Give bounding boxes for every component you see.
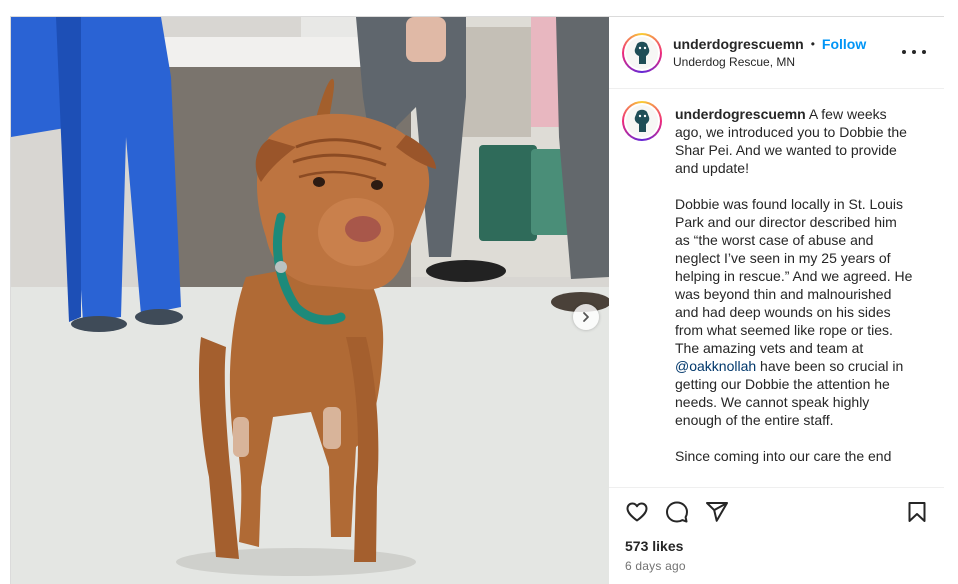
instagram-post: underdogrescuemn • Follow Underdog Rescu… [10, 16, 944, 584]
caption-text: Since coming into our care the end [675, 448, 892, 464]
mention-link[interactable]: @oakknollah [675, 358, 756, 374]
caption-paragraph: Since coming into our care the end [675, 447, 915, 465]
post-timestamp[interactable]: 6 days ago [625, 559, 686, 573]
send-icon[interactable] [703, 498, 731, 526]
header-user-row: underdogrescuemn • Follow [673, 36, 866, 52]
separator-dot: • [810, 37, 815, 51]
post-caption: underdogrescuemn A few weeks ago, we int… [675, 105, 915, 483]
caption-area: underdogrescuemn A few weeks ago, we int… [609, 89, 944, 487]
comment-icon[interactable] [663, 498, 691, 526]
avatar-ring [624, 103, 660, 139]
post-side-panel: underdogrescuemn • Follow Underdog Rescu… [609, 17, 944, 584]
likes-count[interactable]: 573 likes [625, 538, 683, 554]
dog-logo-icon [626, 105, 658, 137]
caption-paragraph: underdogrescuemn A few weeks ago, we int… [675, 105, 915, 177]
heart-icon[interactable] [623, 498, 651, 526]
more-dot [912, 50, 916, 54]
location-link[interactable]: Underdog Rescue, MN [673, 55, 795, 69]
caption-avatar[interactable] [622, 101, 662, 141]
post-header: underdogrescuemn • Follow Underdog Rescu… [609, 17, 944, 89]
more-options-icon[interactable] [902, 42, 926, 62]
caption-text: Dobbie was found locally in St. Louis Pa… [675, 196, 913, 356]
dog-logo-icon [626, 37, 658, 69]
username-link[interactable]: underdogrescuemn [673, 36, 804, 52]
chevron-right-icon [583, 312, 589, 322]
bookmark-icon[interactable] [903, 498, 931, 526]
caption-paragraph: Dobbie was found locally in St. Louis Pa… [675, 195, 915, 429]
next-photo-button[interactable] [573, 304, 599, 330]
more-dot [922, 50, 926, 54]
post-photo [11, 17, 609, 584]
dog-photo-illustration [11, 17, 609, 584]
avatar-ring [624, 35, 660, 71]
caption-username-link[interactable]: underdogrescuemn [675, 106, 806, 122]
more-dot [902, 50, 906, 54]
post-actions: 573 likes 6 days ago [609, 487, 944, 584]
follow-button[interactable]: Follow [822, 36, 866, 52]
avatar[interactable] [622, 33, 662, 73]
